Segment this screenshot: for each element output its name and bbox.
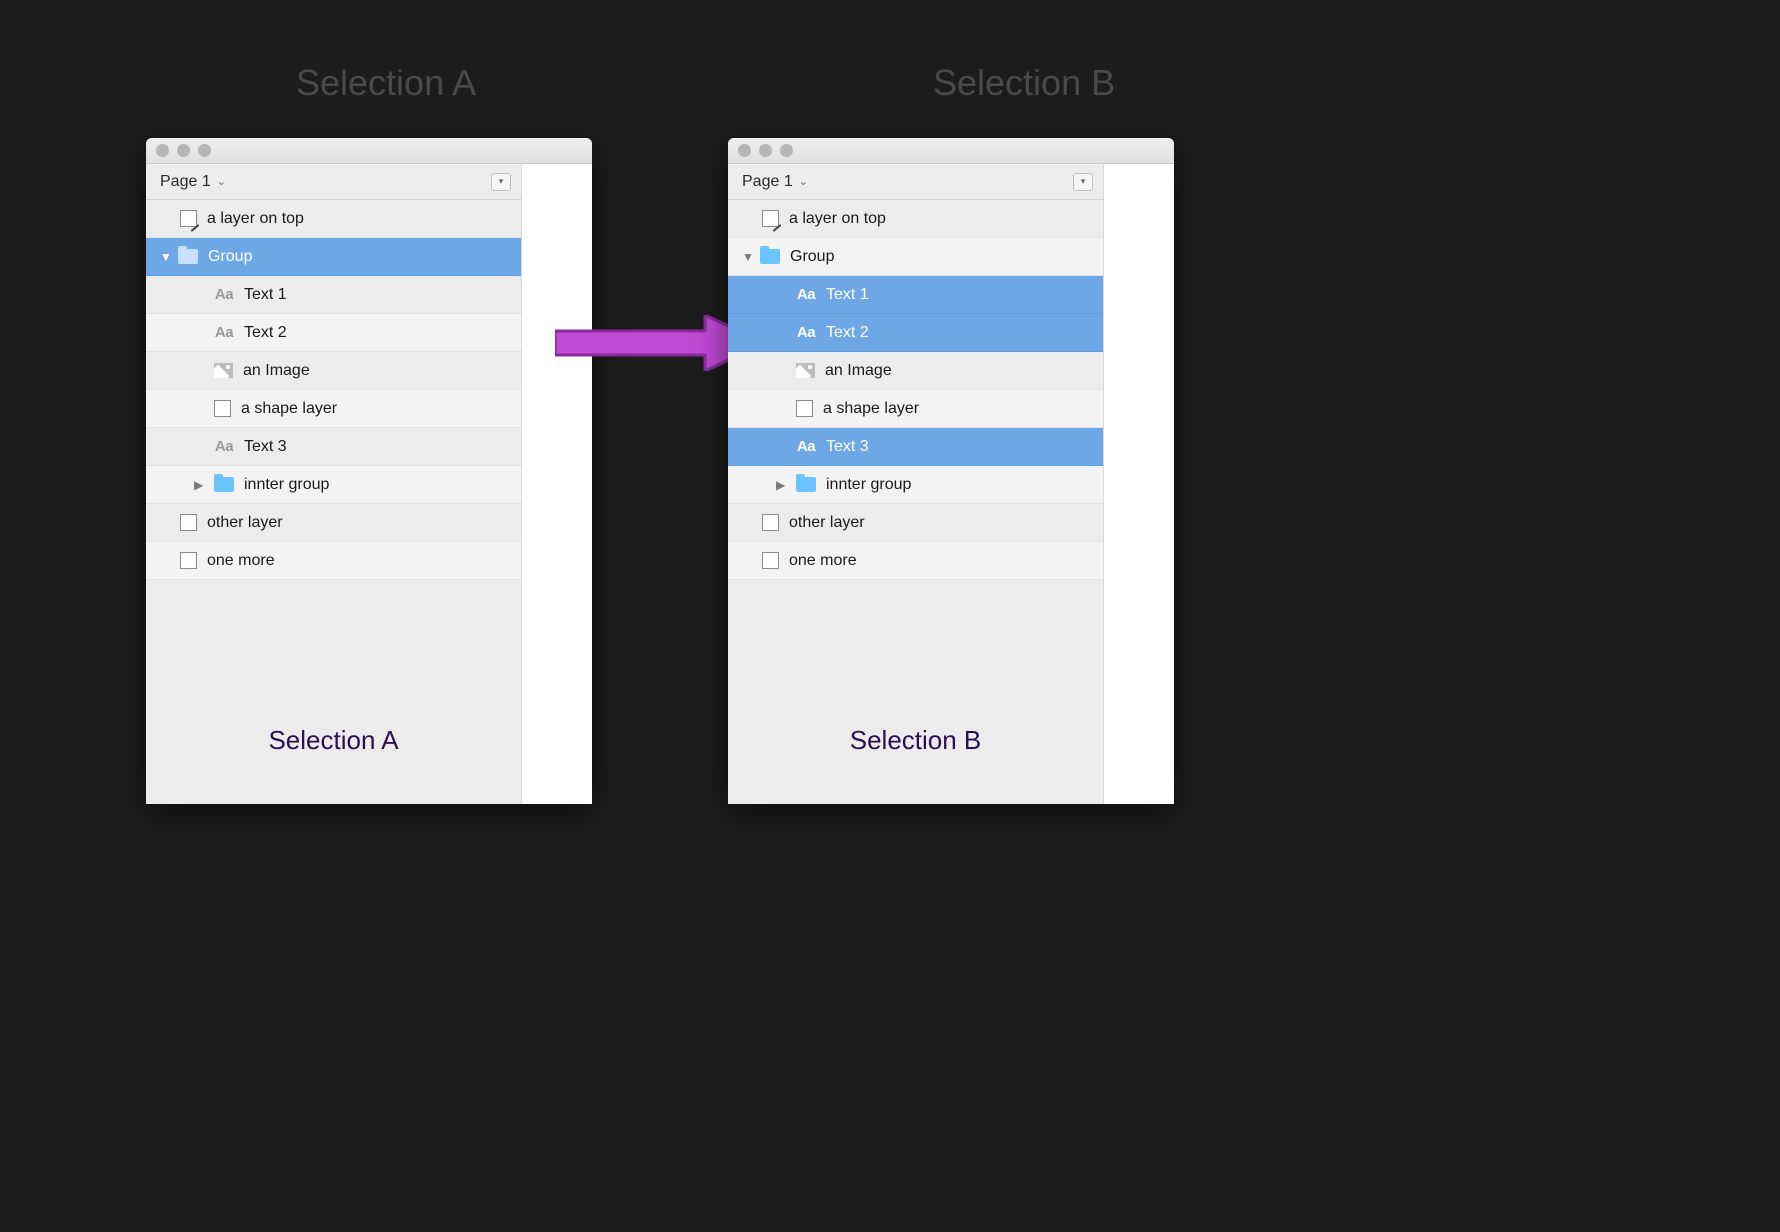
layer-row[interactable]: a layer on top bbox=[146, 200, 521, 238]
layers-sidebar: Page 1 ⌄ ▾ a layer on top ▼ Group Aa Tex… bbox=[146, 164, 522, 804]
traffic-light-zoom-icon[interactable] bbox=[780, 144, 793, 157]
traffic-light-close-icon[interactable] bbox=[156, 144, 169, 157]
text-icon: Aa bbox=[214, 286, 234, 303]
layer-row[interactable]: Aa Text 1 bbox=[728, 276, 1103, 314]
layer-row[interactable]: Aa Text 2 bbox=[146, 314, 521, 352]
text-icon: Aa bbox=[214, 438, 234, 455]
layer-row[interactable]: ▶ innter group bbox=[728, 466, 1103, 504]
layer-label: Text 3 bbox=[826, 438, 869, 456]
traffic-light-minimize-icon[interactable] bbox=[759, 144, 772, 157]
traffic-light-zoom-icon[interactable] bbox=[198, 144, 211, 157]
layer-row[interactable]: Aa Text 3 bbox=[146, 428, 521, 466]
layer-row[interactable]: other layer bbox=[728, 504, 1103, 542]
disclosure-triangle-icon[interactable]: ▼ bbox=[160, 250, 172, 264]
layer-label: a layer on top bbox=[207, 210, 304, 228]
folder-icon bbox=[796, 477, 816, 492]
pen-icon bbox=[180, 210, 197, 227]
text-icon: Aa bbox=[214, 324, 234, 341]
text-icon: Aa bbox=[796, 324, 816, 341]
layer-label: Group bbox=[790, 248, 834, 266]
page-selector[interactable]: Page 1 ⌄ ▾ bbox=[146, 164, 521, 200]
folder-icon bbox=[178, 249, 198, 264]
layer-label: an Image bbox=[825, 362, 892, 380]
image-icon bbox=[796, 363, 815, 378]
shape-icon bbox=[762, 552, 779, 569]
shape-icon bbox=[180, 514, 197, 531]
panel-caption: Selection A bbox=[268, 725, 398, 756]
shape-icon bbox=[180, 552, 197, 569]
layer-label: innter group bbox=[826, 476, 911, 494]
layer-row[interactable]: Aa Text 1 bbox=[146, 276, 521, 314]
page-selector-label: Page 1 bbox=[742, 173, 793, 191]
disclosure-triangle-icon[interactable]: ▶ bbox=[776, 478, 785, 492]
layer-row[interactable]: one more bbox=[728, 542, 1103, 580]
page-selector-label: Page 1 bbox=[160, 173, 211, 191]
layer-label: a shape layer bbox=[241, 400, 337, 418]
layer-row[interactable]: a layer on top bbox=[728, 200, 1103, 238]
layer-label: one more bbox=[789, 552, 857, 570]
layer-row[interactable]: ▼ Group bbox=[728, 238, 1103, 276]
layer-label: Text 1 bbox=[244, 286, 287, 304]
pen-icon bbox=[762, 210, 779, 227]
layer-label: innter group bbox=[244, 476, 329, 494]
traffic-light-close-icon[interactable] bbox=[738, 144, 751, 157]
panel-caption: Selection B bbox=[850, 725, 982, 756]
layer-row[interactable]: one more bbox=[146, 542, 521, 580]
window-titlebar bbox=[728, 138, 1174, 164]
heading-selection-a: Selection A bbox=[296, 62, 476, 104]
chevron-down-icon: ⌄ bbox=[799, 175, 808, 188]
page-list-button[interactable]: ▾ bbox=[491, 173, 511, 191]
layer-label: Text 3 bbox=[244, 438, 287, 456]
heading-selection-b: Selection B bbox=[933, 62, 1115, 104]
layer-label: a shape layer bbox=[823, 400, 919, 418]
disclosure-triangle-icon[interactable]: ▼ bbox=[742, 250, 754, 264]
layer-label: Text 2 bbox=[244, 324, 287, 342]
text-icon: Aa bbox=[796, 286, 816, 303]
panel-selection-a: Page 1 ⌄ ▾ a layer on top ▼ Group Aa Tex… bbox=[146, 138, 592, 804]
layer-label: other layer bbox=[207, 514, 283, 532]
panel-selection-b: Page 1 ⌄ ▾ a layer on top ▼ Group Aa Tex… bbox=[728, 138, 1174, 804]
layers-sidebar: Page 1 ⌄ ▾ a layer on top ▼ Group Aa Tex… bbox=[728, 164, 1104, 804]
layer-row[interactable]: an Image bbox=[728, 352, 1103, 390]
layer-row[interactable]: Aa Text 3 bbox=[728, 428, 1103, 466]
layer-label: one more bbox=[207, 552, 275, 570]
layer-label: Text 1 bbox=[826, 286, 869, 304]
layer-row[interactable]: an Image bbox=[146, 352, 521, 390]
layer-row[interactable]: ▼ Group bbox=[146, 238, 521, 276]
layer-label: Text 2 bbox=[826, 324, 869, 342]
layer-row[interactable]: a shape layer bbox=[728, 390, 1103, 428]
layer-row[interactable]: a shape layer bbox=[146, 390, 521, 428]
text-icon: Aa bbox=[796, 438, 816, 455]
folder-icon bbox=[214, 477, 234, 492]
window-titlebar bbox=[146, 138, 592, 164]
shape-icon bbox=[214, 400, 231, 417]
layer-label: other layer bbox=[789, 514, 865, 532]
layer-label: an Image bbox=[243, 362, 310, 380]
traffic-light-minimize-icon[interactable] bbox=[177, 144, 190, 157]
folder-icon bbox=[760, 249, 780, 264]
page-selector[interactable]: Page 1 ⌄ ▾ bbox=[728, 164, 1103, 200]
shape-icon bbox=[762, 514, 779, 531]
page-list-button[interactable]: ▾ bbox=[1073, 173, 1093, 191]
chevron-down-icon: ⌄ bbox=[217, 175, 226, 188]
layer-row[interactable]: Aa Text 2 bbox=[728, 314, 1103, 352]
layer-row[interactable]: other layer bbox=[146, 504, 521, 542]
layer-label: a layer on top bbox=[789, 210, 886, 228]
shape-icon bbox=[796, 400, 813, 417]
image-icon bbox=[214, 363, 233, 378]
layer-label: Group bbox=[208, 248, 252, 266]
layer-row[interactable]: ▶ innter group bbox=[146, 466, 521, 504]
disclosure-triangle-icon[interactable]: ▶ bbox=[194, 478, 203, 492]
